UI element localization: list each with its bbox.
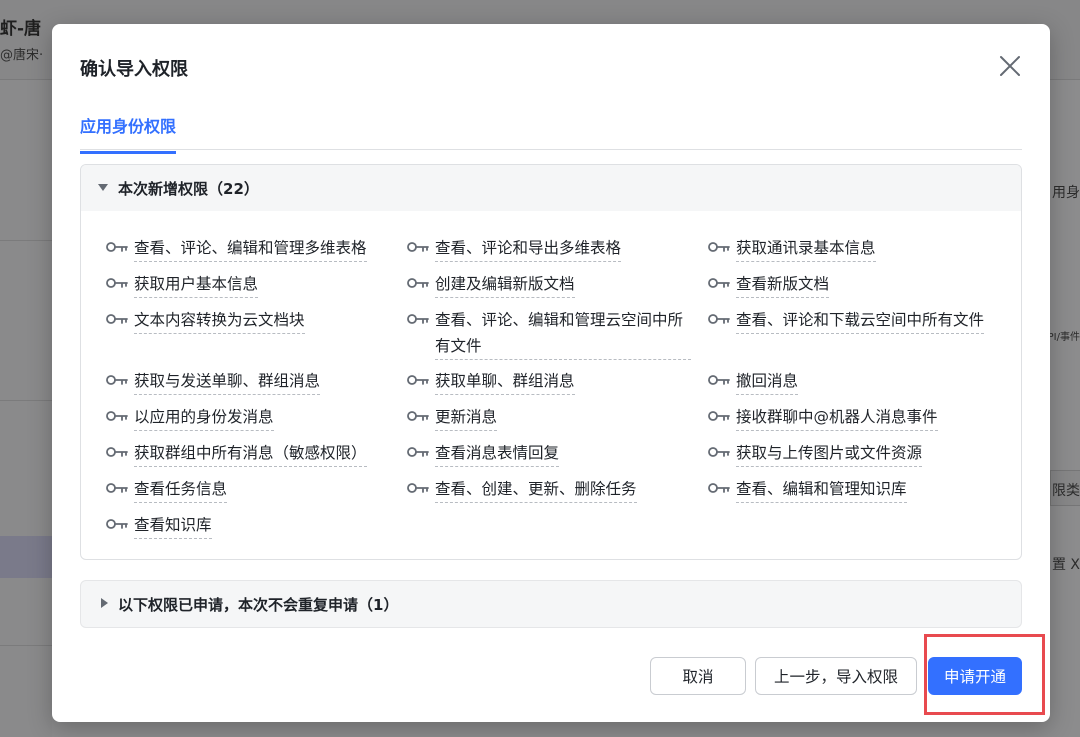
background-right-label: 置 X — [1051, 557, 1080, 573]
back-import-button[interactable]: 上一步，导入权限 — [755, 657, 917, 695]
permission-label[interactable]: 接收群聊中@机器人消息事件 — [736, 404, 938, 431]
key-icon — [106, 411, 128, 421]
permission-item: 文本内容转换为云文档块 — [105, 307, 390, 334]
caret-right-icon — [101, 598, 108, 608]
key-icon — [106, 375, 128, 385]
key-icon — [407, 447, 429, 457]
tab-bar: 应用身份权限 — [80, 108, 1022, 154]
key-icon — [106, 519, 128, 529]
permission-item: 查看知识库 — [105, 512, 390, 539]
permission-label[interactable]: 查看、创建、更新、删除任务 — [435, 476, 637, 503]
key-icon — [708, 411, 730, 421]
permission-item: 接收群聊中@机器人消息事件 — [707, 404, 992, 431]
added-permissions-header[interactable]: 本次新增权限（22） — [81, 165, 1021, 211]
permission-label[interactable]: 获取通讯录基本信息 — [736, 235, 876, 262]
key-icon — [407, 483, 429, 493]
permission-label[interactable]: 获取用户基本信息 — [134, 271, 259, 298]
key-icon — [407, 314, 429, 324]
permission-item: 查看、评论、编辑和管理云空间中所有文件 — [406, 307, 691, 360]
permission-item: 以应用的身份发消息 — [105, 404, 390, 431]
caret-down-icon — [98, 184, 108, 191]
background-right-label: PI/事件 — [1047, 332, 1080, 343]
background-sidebar — [0, 80, 52, 737]
permission-item: 获取通讯录基本信息 — [707, 235, 992, 262]
permission-label[interactable]: 查看、评论和导出多维表格 — [435, 235, 622, 262]
permission-item: 查看新版文档 — [707, 271, 992, 298]
permission-label[interactable]: 查看、编辑和管理知识库 — [736, 476, 907, 503]
added-permissions-label: 本次新增权限（22） — [118, 180, 259, 198]
permission-label[interactable]: 查看、评论、编辑和管理多维表格 — [134, 235, 367, 262]
background-right-label: 用身 — [1052, 185, 1080, 201]
permission-item: 更新消息 — [406, 404, 691, 431]
permission-label[interactable]: 获取单聊、群组消息 — [435, 368, 575, 395]
key-icon — [106, 447, 128, 457]
permission-label[interactable]: 查看知识库 — [134, 512, 212, 539]
confirm-import-permissions-dialog: 确认导入权限 应用身份权限 本次新增权限（22） 查看、评论、编辑和管理多维表格… — [52, 24, 1050, 722]
permission-label[interactable]: 更新消息 — [435, 404, 498, 431]
permission-item: 撤回消息 — [707, 368, 992, 395]
permission-item: 查看、评论和下载云空间中所有文件 — [707, 307, 992, 334]
permission-label[interactable]: 获取与上传图片或文件资源 — [736, 440, 923, 467]
permission-item: 查看、评论和导出多维表格 — [406, 235, 691, 262]
permission-label[interactable]: 查看消息表情回复 — [435, 440, 560, 467]
key-icon — [106, 314, 128, 324]
permission-item: 获取与上传图片或文件资源 — [707, 440, 992, 467]
existing-permissions-panel[interactable]: 以下权限已申请，本次不会重复申请（1） — [80, 580, 1022, 628]
key-icon — [407, 375, 429, 385]
permission-label[interactable]: 查看、评论、编辑和管理云空间中所有文件 — [435, 307, 691, 360]
divider — [0, 645, 52, 646]
permission-label[interactable]: 获取群组中所有消息（敏感权限） — [134, 440, 367, 467]
cancel-button[interactable]: 取消 — [650, 657, 746, 695]
permission-label[interactable]: 查看任务信息 — [134, 476, 228, 503]
key-icon — [708, 483, 730, 493]
permission-item: 创建及编辑新版文档 — [406, 271, 691, 298]
permission-item: 获取用户基本信息 — [105, 271, 390, 298]
permission-label[interactable]: 查看、评论和下载云空间中所有文件 — [736, 307, 985, 334]
key-icon — [106, 483, 128, 493]
permission-item: 查看、编辑和管理知识库 — [707, 476, 992, 503]
divider — [0, 400, 52, 401]
close-button[interactable] — [998, 54, 1022, 78]
background-selected-item — [0, 536, 52, 578]
close-icon — [1000, 56, 1020, 76]
key-icon — [708, 242, 730, 252]
permission-label[interactable]: 撤回消息 — [736, 368, 799, 395]
permission-item: 查看、评论、编辑和管理多维表格 — [105, 235, 390, 262]
tab-app-identity-permissions[interactable]: 应用身份权限 — [80, 113, 177, 154]
added-permissions-panel: 本次新增权限（22） 查看、评论、编辑和管理多维表格 查看、评论和导出多维表格 获取… — [80, 164, 1022, 560]
permission-label[interactable]: 查看新版文档 — [736, 271, 830, 298]
permission-item: 查看、创建、更新、删除任务 — [406, 476, 691, 503]
permission-item: 获取单聊、群组消息 — [406, 368, 691, 395]
dialog-title: 确认导入权限 — [80, 59, 188, 80]
highlight-annotation — [924, 634, 1045, 715]
divider — [0, 240, 52, 241]
permission-item: 查看消息表情回复 — [406, 440, 691, 467]
permission-item: 获取群组中所有消息（敏感权限） — [105, 440, 390, 467]
key-icon — [106, 242, 128, 252]
background-right-label: 限类 — [1052, 483, 1080, 499]
permission-item: 获取与发送单聊、群组消息 — [105, 368, 390, 395]
key-icon — [106, 278, 128, 288]
permission-label[interactable]: 以应用的身份发消息 — [134, 404, 274, 431]
existing-permissions-label: 以下权限已申请，本次不会重复申请（1） — [118, 596, 399, 614]
permission-label[interactable]: 文本内容转换为云文档块 — [134, 307, 305, 334]
key-icon — [708, 375, 730, 385]
background-title: 虾-唐 — [0, 19, 42, 39]
permission-label[interactable]: 创建及编辑新版文档 — [435, 271, 575, 298]
key-icon — [407, 411, 429, 421]
permission-item: 查看任务信息 — [105, 476, 390, 503]
permission-label[interactable]: 获取与发送单聊、群组消息 — [134, 368, 321, 395]
background-subtitle: @唐宋· — [0, 48, 44, 63]
key-icon — [708, 278, 730, 288]
key-icon — [407, 278, 429, 288]
key-icon — [407, 242, 429, 252]
key-icon — [708, 314, 730, 324]
key-icon — [708, 447, 730, 457]
